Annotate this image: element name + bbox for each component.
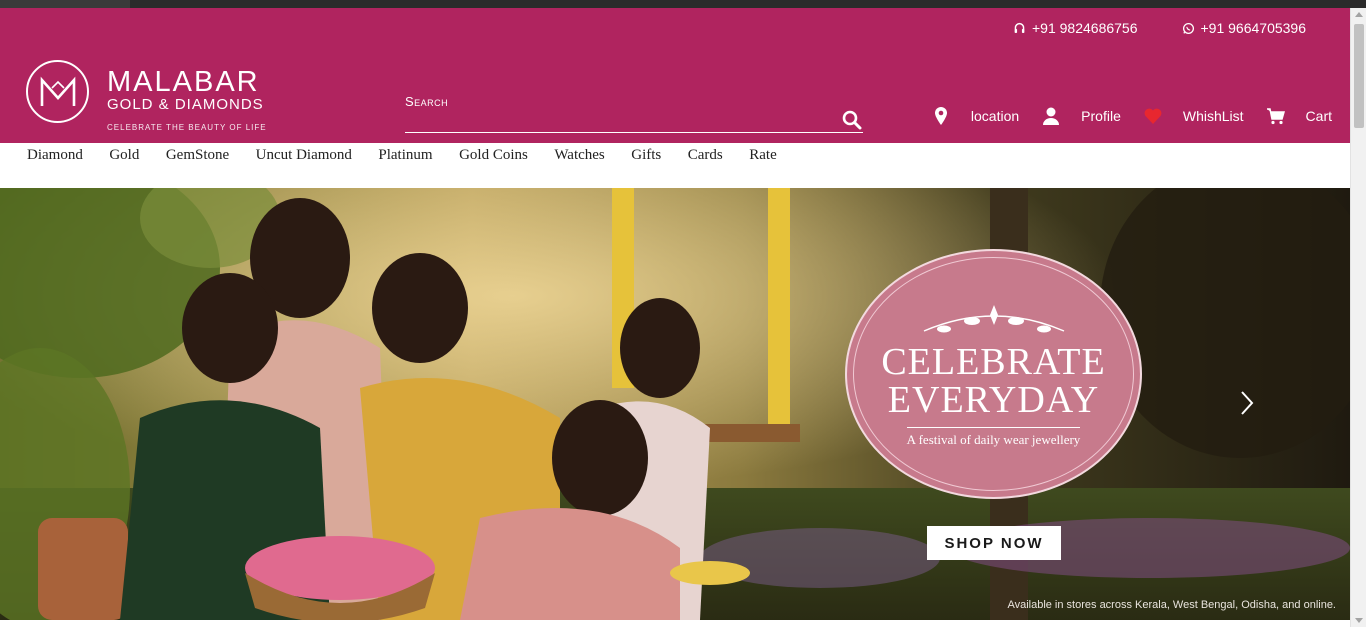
whatsapp-phone-link[interactable]: +91 9664705396 bbox=[1182, 20, 1307, 36]
badge-title-line1: CELEBRATE bbox=[881, 340, 1106, 383]
cart-icon bbox=[1266, 108, 1285, 125]
search-input[interactable] bbox=[405, 91, 825, 111]
category-menu: Diamond Gold GemStone Uncut Diamond Plat… bbox=[0, 143, 1350, 188]
logo-emblem-icon bbox=[26, 60, 89, 123]
location-pin-icon bbox=[934, 107, 947, 125]
support-phone-link[interactable]: +91 9824686756 bbox=[1013, 20, 1138, 36]
whatsapp-phone-number: +91 9664705396 bbox=[1200, 20, 1307, 36]
brand-logo[interactable]: MALABAR GOLD & DIAMONDS CELEBRATE THE BE… bbox=[26, 60, 267, 132]
menu-item-diamond[interactable]: Diamond bbox=[27, 147, 83, 164]
location-label: location bbox=[970, 108, 1020, 124]
location-button[interactable]: location bbox=[931, 106, 1019, 126]
hero-banner[interactable]: CELEBRATE EVERYDAY A festival of daily w… bbox=[0, 188, 1350, 620]
browser-top-bar bbox=[0, 0, 1366, 8]
menu-item-watches[interactable]: Watches bbox=[554, 147, 604, 164]
scroll-down-icon[interactable] bbox=[1355, 618, 1363, 623]
page-scrollbar[interactable] bbox=[1350, 8, 1366, 627]
site-header: +91 9824686756 +91 9664705396 MALABAR GO… bbox=[0, 8, 1350, 143]
brand-name: MALABAR bbox=[107, 66, 260, 98]
chevron-right-icon[interactable] bbox=[1236, 388, 1258, 418]
cart-button[interactable]: Cart bbox=[1266, 106, 1332, 126]
brand-tagline: CELEBRATE THE BEAUTY OF LIFE bbox=[107, 123, 267, 132]
search-icon[interactable] bbox=[841, 109, 863, 131]
contact-bar: +91 9824686756 +91 9664705396 bbox=[1013, 20, 1306, 36]
scroll-up-icon[interactable] bbox=[1355, 12, 1363, 17]
wishlist-button[interactable]: WhishList bbox=[1143, 106, 1244, 126]
menu-item-gold[interactable]: Gold bbox=[109, 147, 139, 164]
support-phone-number: +91 9824686756 bbox=[1032, 20, 1138, 36]
search-bar bbox=[405, 91, 863, 133]
badge-subtitle: A festival of daily wear jewellery bbox=[906, 426, 1081, 448]
scrollbar-thumb[interactable] bbox=[1354, 24, 1364, 128]
badge-title-line2: EVERYDAY bbox=[887, 378, 1100, 421]
wishlist-label: WhishList bbox=[1182, 108, 1244, 124]
hero-photo bbox=[0, 188, 1350, 620]
brand-subtitle: GOLD & DIAMONDS bbox=[107, 96, 264, 113]
menu-item-uncut-diamond[interactable]: Uncut Diamond bbox=[256, 147, 352, 164]
shop-now-button[interactable]: SHOP NOW bbox=[927, 526, 1061, 560]
profile-label: Profile bbox=[1081, 108, 1121, 124]
heart-icon bbox=[1144, 108, 1162, 124]
browser-tab-strip bbox=[130, 0, 1366, 8]
menu-item-platinum[interactable]: Platinum bbox=[378, 147, 432, 164]
cart-label: Cart bbox=[1305, 108, 1332, 124]
header-actions: location Profile WhishList Cart bbox=[931, 106, 1332, 126]
floral-ornament-icon bbox=[923, 304, 1064, 332]
celebrate-everyday-badge: CELEBRATE EVERYDAY A festival of daily w… bbox=[845, 249, 1142, 499]
profile-button[interactable]: Profile bbox=[1041, 106, 1121, 126]
menu-item-rate[interactable]: Rate bbox=[749, 147, 777, 164]
menu-item-cards[interactable]: Cards bbox=[688, 147, 723, 164]
whatsapp-icon bbox=[1182, 22, 1194, 34]
menu-item-gold-coins[interactable]: Gold Coins bbox=[459, 147, 528, 164]
menu-item-gemstone[interactable]: GemStone bbox=[166, 147, 229, 164]
availability-note: Available in stores across Kerala, West … bbox=[1007, 599, 1336, 611]
menu-item-gifts[interactable]: Gifts bbox=[631, 147, 661, 164]
user-icon bbox=[1043, 107, 1060, 125]
headset-icon bbox=[1014, 22, 1025, 33]
